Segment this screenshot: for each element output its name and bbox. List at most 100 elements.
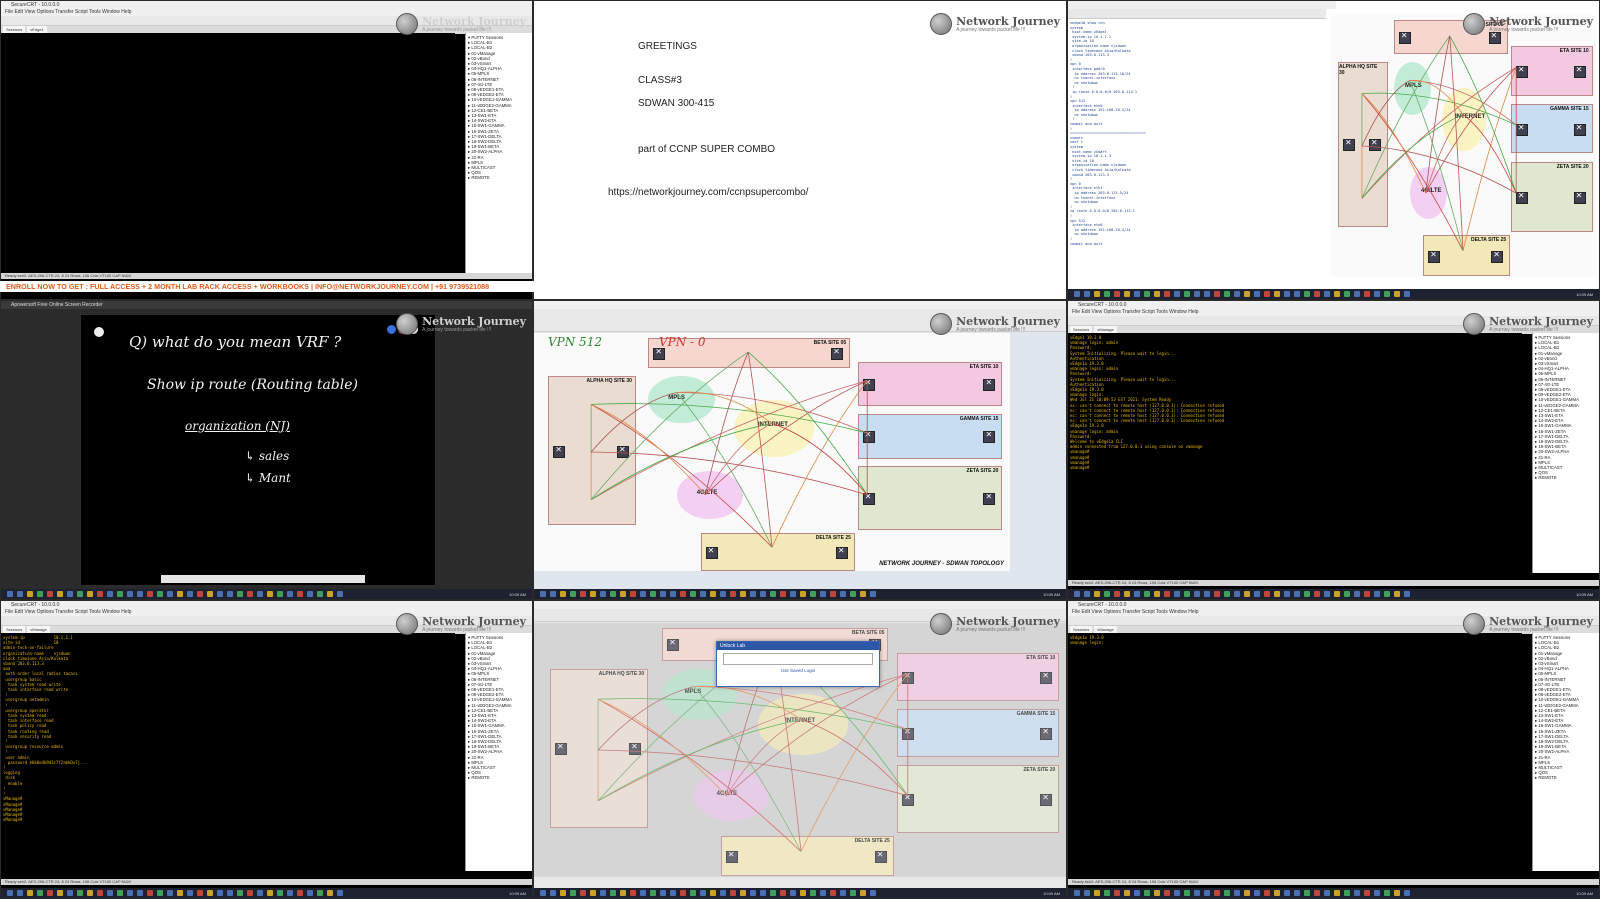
session-tree[interactable]: ▾ PuTTY Sessions ▸ LOCAL-B1 ▸ LOCAL-B2 ▸… (465, 33, 532, 277)
taskbar-app-icon[interactable] (1074, 291, 1080, 297)
taskbar-app-icon[interactable] (1084, 890, 1090, 896)
pen-palette[interactable] (161, 575, 365, 583)
taskbar-app-icon[interactable] (570, 890, 576, 896)
taskbar-app-icon[interactable] (1304, 291, 1310, 297)
taskbar-app-icon[interactable] (1294, 291, 1300, 297)
taskbar-app-icon[interactable] (1304, 890, 1310, 896)
taskbar-app-icon[interactable] (1104, 890, 1110, 896)
taskbar-app-icon[interactable] (550, 890, 556, 896)
taskbar-app-icon[interactable] (760, 890, 766, 896)
taskbar-app-icon[interactable] (287, 591, 293, 597)
taskbar-app-icon[interactable] (157, 591, 163, 597)
taskbar-app-icon[interactable] (67, 890, 73, 896)
taskbar-app-icon[interactable] (267, 591, 273, 597)
taskbar-app-icon[interactable] (1104, 291, 1110, 297)
taskbar-app-icon[interactable] (750, 890, 756, 896)
taskbar-app-icon[interactable] (1194, 291, 1200, 297)
taskbar-app-icon[interactable] (1114, 291, 1120, 297)
taskbar-app-icon[interactable] (1274, 591, 1280, 597)
taskbar-app-icon[interactable] (47, 591, 53, 597)
taskbar-app-icon[interactable] (810, 591, 816, 597)
taskbar-app-icon[interactable] (660, 591, 666, 597)
taskbar-app-icon[interactable] (7, 591, 13, 597)
taskbar-app-icon[interactable] (1214, 291, 1220, 297)
taskbar-app-icon[interactable] (1394, 591, 1400, 597)
taskbar-app-icon[interactable] (600, 890, 606, 896)
dialog-field[interactable] (723, 653, 873, 665)
taskbar-app-icon[interactable] (277, 591, 283, 597)
taskbar-app-icon[interactable] (600, 591, 606, 597)
taskbar-app-icon[interactable] (17, 890, 23, 896)
taskbar-app-icon[interactable] (1344, 890, 1350, 896)
taskbar-app-icon[interactable] (1174, 291, 1180, 297)
session-tree[interactable]: ▾ PuTTY Sessions ▸ LOCAL-B1 ▸ LOCAL-B2 ▸… (1532, 333, 1599, 573)
taskbar-app-icon[interactable] (207, 890, 213, 896)
taskbar-app-icon[interactable] (680, 591, 686, 597)
taskbar-app-icon[interactable] (720, 890, 726, 896)
taskbar-app-icon[interactable] (1344, 291, 1350, 297)
taskbar-app-icon[interactable] (1214, 890, 1220, 896)
taskbar-app-icon[interactable] (540, 591, 546, 597)
taskbar-app-icon[interactable] (97, 591, 103, 597)
taskbar-app-icon[interactable] (1174, 591, 1180, 597)
taskbar-app-icon[interactable] (1214, 591, 1220, 597)
taskbar-app-icon[interactable] (1114, 890, 1120, 896)
taskbar-app-icon[interactable] (1164, 291, 1170, 297)
terminal-screen[interactable] (1, 33, 455, 277)
taskbar-app-icon[interactable] (1234, 291, 1240, 297)
taskbar-app-icon[interactable] (1264, 890, 1270, 896)
taskbar-app-icon[interactable] (1364, 291, 1370, 297)
taskbar-app-icon[interactable] (77, 890, 83, 896)
taskbar-app-icon[interactable] (820, 591, 826, 597)
taskbar-app-icon[interactable] (1254, 591, 1260, 597)
taskbar-app-icon[interactable] (1274, 890, 1280, 896)
taskbar[interactable]: 10:09 AM (1, 589, 532, 599)
taskbar-app-icon[interactable] (1134, 890, 1140, 896)
taskbar[interactable]: 10:09 AM (534, 888, 1066, 898)
taskbar-app-icon[interactable] (1384, 890, 1390, 896)
taskbar-app-icon[interactable] (1224, 291, 1230, 297)
taskbar-app-icon[interactable] (1134, 591, 1140, 597)
taskbar-app-icon[interactable] (1334, 291, 1340, 297)
taskbar-app-icon[interactable] (620, 591, 626, 597)
taskbar-app-icon[interactable] (317, 890, 323, 896)
taskbar-app-icon[interactable] (177, 591, 183, 597)
taskbar-app-icon[interactable] (177, 890, 183, 896)
taskbar-app-icon[interactable] (1314, 291, 1320, 297)
taskbar-app-icon[interactable] (1234, 591, 1240, 597)
taskbar-app-icon[interactable] (227, 890, 233, 896)
taskbar-app-icon[interactable] (680, 890, 686, 896)
taskbar-app-icon[interactable] (127, 890, 133, 896)
taskbar-app-icon[interactable] (157, 890, 163, 896)
taskbar-app-icon[interactable] (830, 591, 836, 597)
taskbar-app-icon[interactable] (1204, 591, 1210, 597)
taskbar-app-icon[interactable] (307, 890, 313, 896)
taskbar-app-icon[interactable] (740, 591, 746, 597)
taskbar-app-icon[interactable] (1324, 291, 1330, 297)
taskbar-app-icon[interactable] (67, 591, 73, 597)
taskbar-app-icon[interactable] (760, 591, 766, 597)
terminal-screen[interactable]: system-ip 10.1.1.1 site-id 10 admin-tech-o… (1, 633, 455, 871)
taskbar-app-icon[interactable] (337, 591, 343, 597)
taskbar-app-icon[interactable] (1324, 890, 1330, 896)
taskbar-app-icon[interactable] (1144, 890, 1150, 896)
taskbar-app-icon[interactable] (1354, 591, 1360, 597)
taskbar-app-icon[interactable] (147, 890, 153, 896)
taskbar-app-icon[interactable] (87, 591, 93, 597)
taskbar-app-icon[interactable] (570, 591, 576, 597)
taskbar-app-icon[interactable] (1284, 291, 1290, 297)
taskbar-app-icon[interactable] (167, 890, 173, 896)
taskbar-app-icon[interactable] (840, 890, 846, 896)
taskbar-app-icon[interactable] (1094, 890, 1100, 896)
taskbar-app-icon[interactable] (1124, 591, 1130, 597)
taskbar-app-icon[interactable] (337, 890, 343, 896)
taskbar-app-icon[interactable] (1184, 291, 1190, 297)
taskbar-app-icon[interactable] (870, 890, 876, 896)
taskbar-app-icon[interactable] (187, 890, 193, 896)
taskbar-app-icon[interactable] (630, 890, 636, 896)
editor-toolbar[interactable] (1068, 9, 1326, 19)
taskbar-app-icon[interactable] (730, 890, 736, 896)
taskbar-app-icon[interactable] (1364, 591, 1370, 597)
taskbar-app-icon[interactable] (107, 591, 113, 597)
taskbar-app-icon[interactable] (17, 591, 23, 597)
